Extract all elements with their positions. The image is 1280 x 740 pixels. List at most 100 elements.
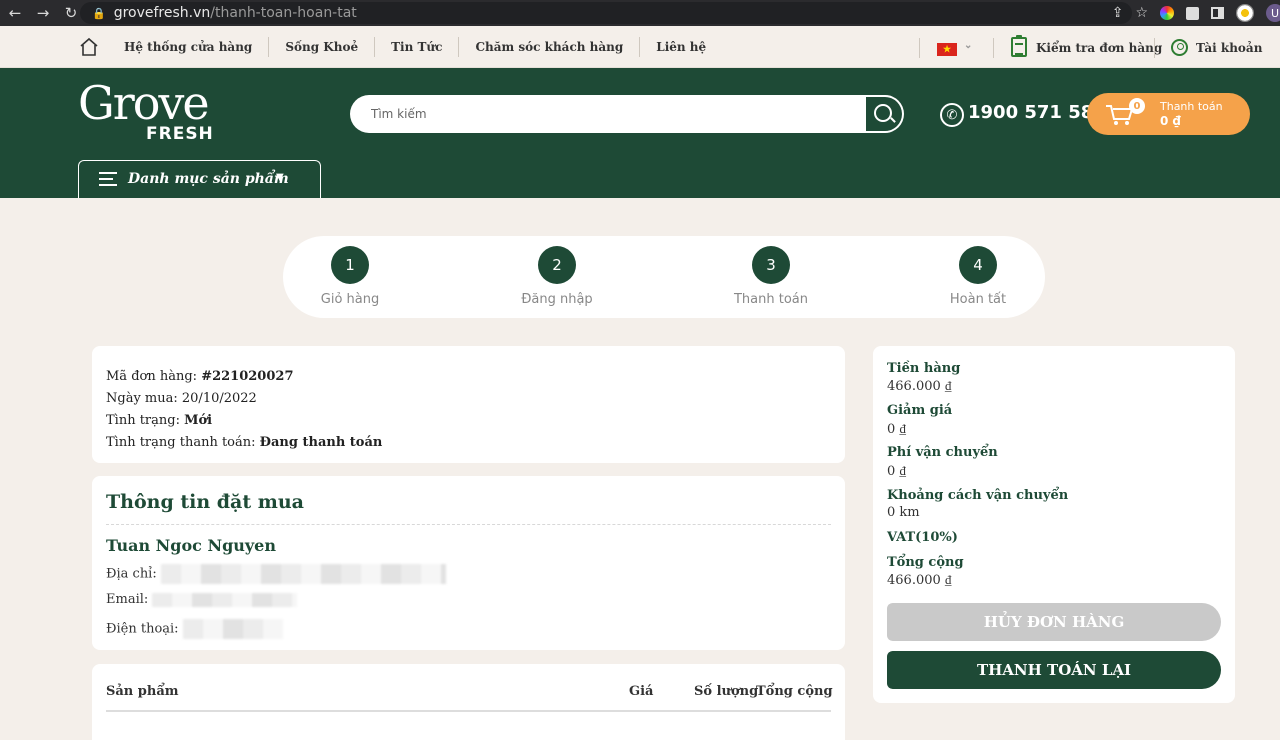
redacted-email bbox=[152, 592, 298, 607]
vat-label: VAT(10%) bbox=[887, 530, 958, 545]
step-label: Giỏ hàng bbox=[320, 292, 380, 307]
redacted-phone bbox=[182, 619, 283, 639]
url-path: /thanh-toan-hoan-tat bbox=[210, 5, 357, 21]
vietnam-flag-icon[interactable]: ★ bbox=[937, 43, 957, 56]
divider bbox=[919, 38, 920, 58]
menu-icon bbox=[99, 172, 117, 186]
order-date-label: Ngày mua: bbox=[106, 391, 182, 406]
share-icon[interactable]: ⇪ bbox=[1112, 5, 1124, 21]
cart-label: Thanh toán bbox=[1160, 100, 1223, 113]
address-label: Địa chỉ: bbox=[106, 566, 157, 582]
chevron-down-icon[interactable]: ⌄ bbox=[964, 40, 972, 51]
star-icon[interactable]: ☆ bbox=[1135, 5, 1148, 21]
hotline-number[interactable]: 1900 571 585 bbox=[968, 102, 1106, 123]
step-number: 4 bbox=[959, 246, 997, 284]
total-label: Tổng cộng bbox=[887, 555, 964, 570]
category-label: Danh mục sản phẩm bbox=[128, 171, 289, 187]
payment-status-label: Tình trạng thanh toán: bbox=[106, 435, 260, 450]
search-input[interactable] bbox=[350, 95, 876, 133]
top-utility-nav: Hệ thống cửa hàng Sống Khoẻ Tin Tức Chăm… bbox=[0, 26, 1280, 68]
nav-store-system[interactable]: Hệ thống cửa hàng bbox=[108, 37, 270, 57]
search-icon[interactable] bbox=[866, 97, 902, 131]
step-payment[interactable]: 3 Thanh toán bbox=[711, 236, 831, 318]
clipboard-icon[interactable] bbox=[1011, 35, 1027, 57]
discount-value: 0 ₫ bbox=[887, 422, 907, 437]
category-menu-button[interactable]: Danh mục sản phẩm ▼ bbox=[78, 160, 321, 198]
extensions-icon[interactable] bbox=[1186, 6, 1199, 20]
shipping-distance-value: 0 km bbox=[887, 505, 920, 520]
step-label: Đăng nhập bbox=[521, 292, 593, 307]
flower-extension-icon[interactable] bbox=[1236, 4, 1254, 22]
col-product: Sản phẩm bbox=[106, 684, 179, 699]
repay-button[interactable]: THANH TOÁN LẠI bbox=[887, 651, 1221, 689]
order-status-row: Tình trạng: Mới bbox=[106, 410, 831, 432]
products-table-card: Sản phẩm Giá Số lượng Tổng cộng bbox=[92, 664, 845, 740]
user-icon[interactable] bbox=[1171, 39, 1188, 56]
address-row: Địa chỉ: bbox=[106, 564, 446, 584]
col-quantity: Số lượng bbox=[694, 684, 759, 699]
cart-total: 0 ₫ bbox=[1160, 114, 1181, 128]
step-complete[interactable]: 4 Hoàn tất bbox=[918, 236, 1038, 318]
order-code: #221020027 bbox=[201, 369, 294, 384]
cart-button[interactable]: 0 Thanh toán 0 ₫ bbox=[1087, 93, 1250, 135]
email-row: Email: bbox=[106, 592, 298, 607]
order-status: Mới bbox=[184, 413, 213, 428]
url-host: grovefresh.vn bbox=[113, 5, 211, 21]
subtotal-label: Tiền hàng bbox=[887, 361, 961, 376]
browser-tools: ⇪ ☆ U bbox=[1112, 0, 1280, 26]
browser-nav: ← → ↻ bbox=[0, 4, 80, 22]
order-code-label: Mã đơn hàng: bbox=[106, 369, 202, 384]
side-panel-icon[interactable] bbox=[1211, 7, 1224, 19]
email-label: Email: bbox=[106, 592, 149, 607]
nav-contact[interactable]: Liên hệ bbox=[640, 37, 722, 57]
divider bbox=[1154, 38, 1155, 58]
divider bbox=[993, 38, 994, 58]
order-status-label: Tình trạng: bbox=[106, 413, 185, 428]
buyer-info-card: Thông tin đặt mua Tuan Ngoc Nguyen Địa c… bbox=[92, 476, 845, 650]
step-label: Hoàn tất bbox=[949, 292, 1007, 307]
step-login[interactable]: 2 Đăng nhập bbox=[497, 236, 617, 318]
nav-customer-care[interactable]: Chăm sóc khách hàng bbox=[459, 37, 641, 57]
shipping-fee-label: Phí vận chuyển bbox=[887, 445, 998, 460]
redacted-address bbox=[160, 564, 446, 584]
profile-avatar[interactable]: U bbox=[1266, 4, 1280, 22]
nav-news[interactable]: Tin Tức bbox=[375, 37, 460, 57]
lock-icon: 🔒 bbox=[92, 6, 106, 20]
total-value: 466.000 ₫ bbox=[887, 573, 952, 588]
cart-count-badge: 0 bbox=[1129, 98, 1145, 114]
col-total: Tổng cộng bbox=[756, 684, 833, 699]
back-icon[interactable]: ← bbox=[6, 4, 24, 22]
subtotal-value: 466.000 ₫ bbox=[887, 379, 952, 394]
phone-icon: ✆ bbox=[940, 103, 964, 127]
top-nav-links: Hệ thống cửa hàng Sống Khoẻ Tin Tức Chăm… bbox=[108, 26, 722, 68]
home-icon[interactable] bbox=[79, 37, 99, 57]
order-date: 20/10/2022 bbox=[181, 391, 257, 406]
url-bar[interactable]: 🔒 grovefresh.vn/thanh-toan-hoan-tat bbox=[80, 2, 1132, 24]
shipping-distance-label: Khoảng cách vận chuyển bbox=[887, 488, 1069, 503]
col-price: Giá bbox=[629, 684, 654, 699]
payment-status: Đang thanh toán bbox=[259, 435, 383, 450]
check-order-link[interactable]: Kiểm tra đơn hàng bbox=[1036, 41, 1162, 55]
logo-main: Grove bbox=[78, 76, 210, 130]
table-header-divider bbox=[106, 710, 831, 712]
logo-sub: FRESH bbox=[146, 124, 214, 144]
forward-icon[interactable]: → bbox=[34, 4, 52, 22]
order-date-row: Ngày mua: 20/10/2022 bbox=[106, 388, 831, 410]
cancel-order-button[interactable]: HỦY ĐƠN HÀNG bbox=[887, 603, 1221, 641]
shipping-fee-value: 0 ₫ bbox=[887, 464, 907, 479]
step-cart[interactable]: 1 Giỏ hàng bbox=[290, 236, 410, 318]
checkout-stepper: 1 Giỏ hàng 2 Đăng nhập 3 Thanh toán 4 Ho… bbox=[283, 236, 1045, 318]
payment-status-row: Tình trạng thanh toán: Đang thanh toán bbox=[106, 432, 831, 454]
order-code-row: Mã đơn hàng: #221020027 bbox=[106, 366, 831, 388]
caret-down-icon: ▼ bbox=[276, 172, 284, 183]
browser-chrome: ← → ↻ 🔒 grovefresh.vn/thanh-toan-hoan-ta… bbox=[0, 0, 1280, 26]
reload-icon[interactable]: ↻ bbox=[62, 4, 80, 22]
buyer-info-title: Thông tin đặt mua bbox=[106, 491, 304, 513]
nav-healthy-living[interactable]: Sống Khoẻ bbox=[269, 37, 376, 57]
discount-label: Giảm giá bbox=[887, 403, 953, 418]
account-link[interactable]: Tài khoản bbox=[1196, 41, 1262, 55]
step-number: 2 bbox=[538, 246, 576, 284]
search-bar bbox=[350, 95, 904, 133]
grove-fresh-logo[interactable]: Grove FRESH bbox=[78, 76, 218, 146]
color-extension-icon[interactable] bbox=[1160, 6, 1174, 20]
